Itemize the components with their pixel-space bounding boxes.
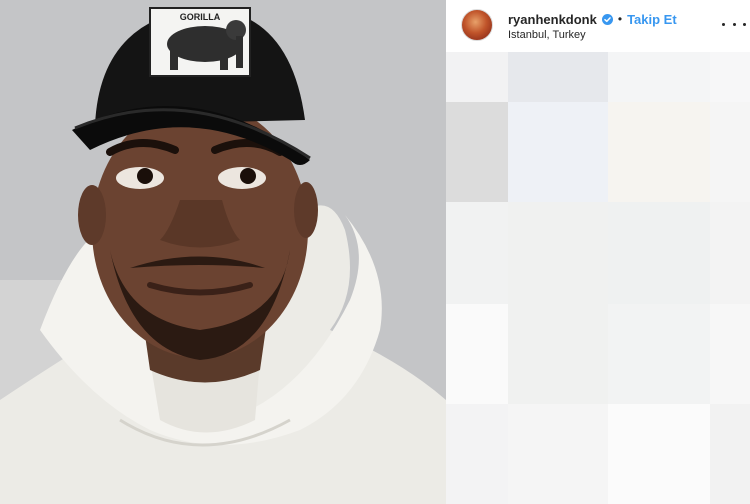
blur-cell — [508, 304, 608, 404]
post-header: ryanhenkdonk • Takip Et Istanbul, Turkey — [446, 0, 750, 52]
cap-patch-text: GORILLA — [180, 12, 221, 22]
blur-cell — [608, 404, 710, 504]
follow-button[interactable]: Takip Et — [627, 12, 677, 27]
blur-cell — [446, 102, 508, 202]
selfie-illustration: GORILLA — [0, 0, 446, 504]
instagram-post: GORILLA ryanhenkdonk • Takip Et Istanbul… — [0, 0, 750, 504]
blur-cell — [446, 52, 508, 102]
post-photo[interactable]: GORILLA — [0, 0, 446, 504]
blur-cell — [508, 404, 608, 504]
post-sidebar: ryanhenkdonk • Takip Et Istanbul, Turkey — [446, 0, 750, 504]
blur-cell — [446, 404, 508, 504]
blur-cell — [508, 52, 608, 102]
blur-cell — [710, 404, 750, 504]
blur-cell — [508, 102, 608, 202]
avatar[interactable] — [461, 9, 493, 41]
blur-cell — [446, 304, 508, 404]
blurred-comments-area — [446, 52, 750, 504]
username-link[interactable]: ryanhenkdonk — [508, 12, 597, 27]
blur-cell — [608, 304, 710, 404]
blur-cell — [608, 52, 710, 102]
more-options-icon[interactable] — [722, 14, 746, 34]
location-link[interactable]: Istanbul, Turkey — [508, 29, 586, 41]
user-line: ryanhenkdonk • Takip Et — [508, 11, 677, 27]
blur-cell — [608, 202, 710, 304]
blur-cell — [710, 52, 750, 102]
blur-cell — [508, 202, 608, 304]
blur-cell — [710, 202, 750, 304]
separator-dot: • — [617, 12, 623, 26]
blur-cell — [446, 202, 508, 304]
blur-cell — [710, 102, 750, 202]
blur-cell — [608, 102, 710, 202]
verified-badge-icon — [601, 13, 613, 25]
blur-cell — [710, 304, 750, 404]
